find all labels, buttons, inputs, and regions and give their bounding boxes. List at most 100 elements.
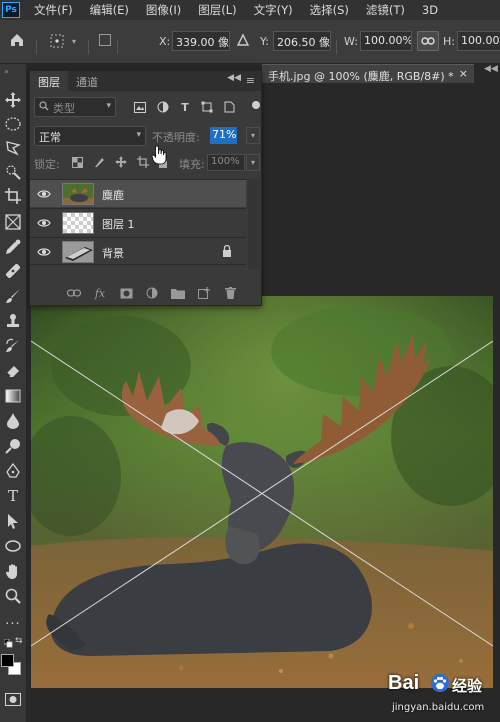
home-icon[interactable]	[8, 31, 26, 52]
divider	[36, 40, 37, 54]
marquee-icon[interactable]	[3, 114, 23, 134]
zoom-icon[interactable]	[3, 586, 23, 606]
menu-3d[interactable]: 3D	[422, 3, 438, 17]
quick-select-icon[interactable]	[3, 162, 23, 182]
blur-icon[interactable]	[3, 411, 23, 431]
filter-toggle[interactable]	[252, 101, 260, 109]
eye-icon[interactable]	[37, 189, 51, 199]
eraser-icon[interactable]	[3, 361, 23, 381]
image-canvas[interactable]	[31, 296, 493, 688]
adjustment-layer-icon[interactable]	[144, 285, 160, 301]
filter-kind-select[interactable]: 类型 ▾	[34, 97, 116, 117]
menu-filter[interactable]: 滤镜(T)	[366, 2, 405, 18]
menu-image[interactable]: 图像(I)	[146, 2, 181, 18]
tool-bar: » T ··· ⇆	[0, 64, 27, 722]
link-layers-icon[interactable]	[66, 285, 82, 301]
close-icon[interactable]: ×	[459, 67, 468, 80]
width-label: W:	[344, 35, 358, 48]
default-colors-icon[interactable]	[3, 638, 13, 651]
new-layer-icon[interactable]	[196, 285, 212, 301]
y-label: Y:	[260, 35, 269, 48]
lock-position-icon[interactable]	[114, 155, 128, 169]
history-brush-icon[interactable]	[3, 336, 23, 356]
panel-menu-icon[interactable]: ≡	[246, 74, 255, 87]
type-filter-icon[interactable]: T	[178, 100, 192, 114]
ellipse-icon[interactable]	[3, 536, 23, 556]
menu-edit[interactable]: 编辑(E)	[90, 2, 129, 18]
blend-row: 正常 ▾ 不透明度: 71% ▾	[34, 126, 260, 146]
x-position-field[interactable]: 339.00 像素	[172, 31, 230, 51]
y-position-field[interactable]: 206.50 像素	[273, 31, 331, 51]
fill-label: 填充:	[179, 158, 205, 171]
eye-icon[interactable]	[37, 247, 51, 257]
lock-transparent-icon[interactable]	[70, 155, 84, 169]
eye-icon[interactable]	[37, 218, 51, 228]
collapse-icon[interactable]: ◀◀	[227, 73, 241, 83]
menu-layer[interactable]: 图层(L)	[198, 2, 236, 18]
layer-row-moose[interactable]: 麋鹿	[30, 179, 246, 207]
collapse-panels-icon[interactable]: ◀◀	[484, 64, 498, 74]
layers-panel: 图层 通道 ◀◀ ≡ 类型 ▾ T 正常 ▾ 不透明度: 71% ▾ 锁定: 填…	[29, 70, 262, 306]
dodge-icon[interactable]	[3, 436, 23, 456]
opacity-label: 不透明度:	[152, 131, 200, 144]
watermark-suffix: 经验	[452, 677, 483, 695]
crop-icon[interactable]	[3, 186, 23, 206]
tab-layers[interactable]: 图层	[30, 71, 68, 91]
lock-pixels-icon[interactable]	[92, 155, 106, 169]
menu-type[interactable]: 文字(Y)	[254, 2, 293, 18]
layers-scrollbar[interactable]	[248, 179, 260, 269]
more-tools-icon[interactable]: ···	[3, 614, 23, 634]
eyedropper-icon[interactable]	[3, 237, 23, 257]
quick-mask-icon[interactable]	[3, 689, 23, 709]
path-select-icon[interactable]	[3, 511, 23, 531]
height-label: H:	[443, 35, 455, 48]
shape-filter-icon[interactable]	[200, 100, 214, 114]
swap-colors-icon[interactable]: ⇆	[15, 636, 23, 646]
blend-mode-select[interactable]: 正常 ▾	[34, 126, 146, 146]
layer-name: 麋鹿	[102, 189, 124, 202]
baidu-jingyan-watermark: Bai 经验 jingyan.baidu.com	[386, 670, 498, 720]
width-field[interactable]: 100.00%	[360, 31, 412, 51]
menu-select[interactable]: 选择(S)	[310, 2, 349, 18]
chevron-down-icon[interactable]: ▾	[72, 37, 76, 46]
pen-icon[interactable]	[3, 461, 23, 481]
lasso-icon[interactable]	[3, 138, 23, 158]
hand-icon[interactable]	[3, 561, 23, 581]
move-icon[interactable]	[3, 90, 23, 110]
height-field[interactable]: 100.00%	[457, 31, 500, 51]
layer-style-icon[interactable]: fx	[92, 285, 108, 301]
frame-icon[interactable]	[3, 212, 23, 232]
photoshop-logo: Ps	[2, 2, 20, 18]
trash-icon[interactable]	[222, 285, 238, 301]
menu-file[interactable]: 文件(F)	[34, 2, 73, 18]
reference-point-icon[interactable]	[48, 32, 66, 53]
relative-position-icon[interactable]	[236, 33, 250, 50]
layer-row-background[interactable]: 背景	[30, 237, 246, 265]
healing-icon[interactable]	[3, 261, 23, 281]
options-bar: ▾ X: 339.00 像素 Y: 206.50 像素 W: 100.00% H…	[0, 20, 500, 64]
layer-name: 背景	[102, 247, 124, 260]
brush-icon[interactable]	[3, 286, 23, 306]
toolbar-collapse-icon[interactable]: »	[4, 67, 9, 76]
lock-artboard-icon[interactable]	[136, 155, 150, 169]
type-icon[interactable]: T	[3, 486, 23, 506]
opacity-slider-toggle[interactable]: ▾	[246, 127, 260, 144]
foreground-color-swatch[interactable]	[1, 654, 14, 667]
image-filter-icon[interactable]	[133, 100, 147, 114]
stamp-icon[interactable]	[3, 311, 23, 331]
adjustment-filter-icon[interactable]	[156, 100, 170, 114]
add-mask-icon[interactable]	[118, 285, 134, 301]
divider	[88, 40, 89, 54]
document-tab[interactable]: 手机.jpg @ 100% (麋鹿, RGB/8#) * ×	[262, 64, 474, 83]
reference-point-checkbox[interactable]	[99, 34, 111, 46]
opacity-input[interactable]: 71%	[210, 127, 237, 144]
tab-channels[interactable]: 通道	[68, 71, 106, 91]
fill-input[interactable]: 100%	[207, 154, 245, 171]
link-icon[interactable]	[417, 31, 439, 51]
fill-slider-toggle[interactable]: ▾	[246, 154, 260, 171]
layer-thumbnail-moose	[62, 183, 94, 205]
layer-row-layer1[interactable]: 图层 1	[30, 208, 246, 236]
smart-object-filter-icon[interactable]	[222, 100, 236, 114]
gradient-icon[interactable]	[3, 386, 23, 406]
group-folder-icon[interactable]	[170, 285, 186, 301]
